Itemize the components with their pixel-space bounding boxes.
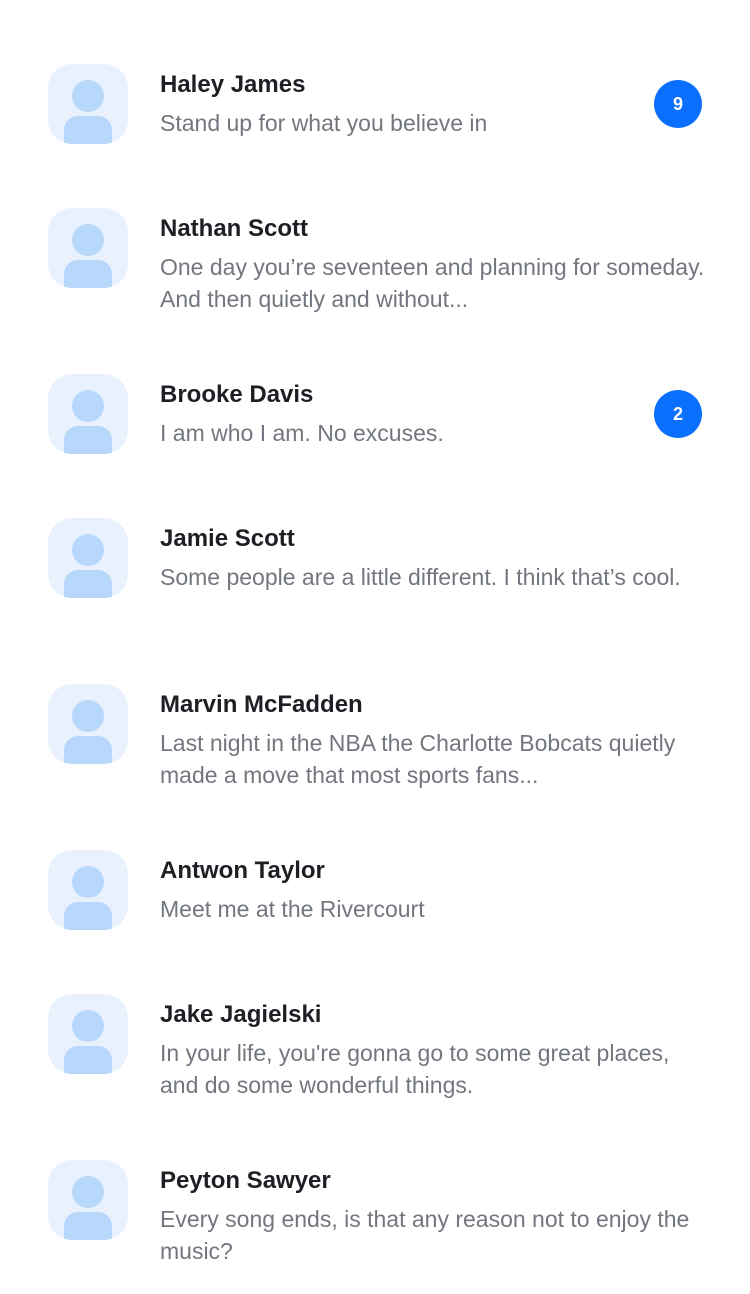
user-avatar-icon [48, 850, 128, 930]
contact-name: Peyton Sawyer [160, 1167, 331, 1194]
message-preview: Stand up for what you believe in [160, 110, 488, 136]
user-avatar-icon [48, 684, 128, 764]
contact-name: Antwon Taylor [160, 857, 325, 884]
contact-name: Marvin McFadden [160, 691, 363, 718]
unread-count-badge: 2 [654, 390, 702, 438]
message-preview: One day you’re seventeen and planning fo… [160, 254, 705, 312]
unread-count-badge: 9 [654, 80, 702, 128]
message-preview: Meet me at the Rivercourt [160, 896, 425, 922]
user-avatar-icon [48, 374, 128, 454]
message-preview: Every song ends, is that any reason not … [160, 1206, 690, 1264]
user-avatar-icon [48, 64, 128, 144]
message-preview: Last night in the NBA the Charlotte Bobc… [160, 730, 676, 788]
contact-name: Haley James [160, 71, 306, 98]
user-avatar-icon [48, 208, 128, 288]
message-preview: In your life, you're gonna go to some gr… [160, 1040, 670, 1098]
contact-name: Jake Jagielski [160, 1001, 322, 1028]
conversation-list: Haley James Stand up for what you believ… [0, 0, 750, 1294]
message-preview: Some people are a little different. I th… [160, 564, 681, 590]
user-avatar-icon [48, 994, 128, 1074]
user-avatar-icon [48, 1160, 128, 1240]
contact-name: Nathan Scott [160, 215, 309, 242]
contact-name: Jamie Scott [160, 525, 295, 552]
message-preview: I am who I am. No excuses. [160, 420, 444, 446]
user-avatar-icon [48, 518, 128, 598]
contact-name: Brooke Davis [160, 381, 314, 408]
